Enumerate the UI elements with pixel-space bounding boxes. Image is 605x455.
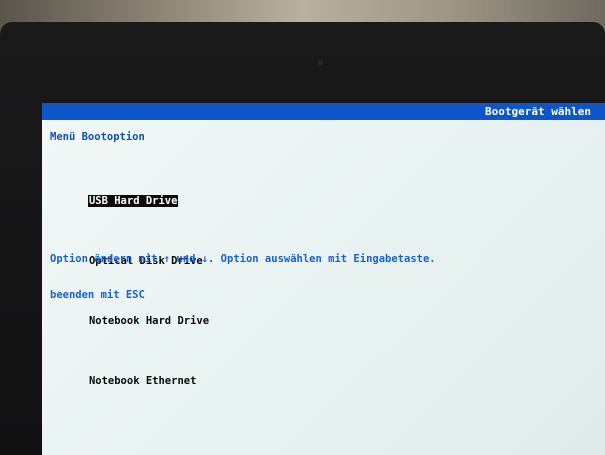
page-title: Bootgerät wählen [485, 105, 591, 118]
help-text: Option ändern mit ↑ und ↓. Option auswäh… [50, 229, 436, 325]
help-line-navigation: Option ändern mit ↑ und ↓. Option auswäh… [50, 253, 436, 265]
title-bar: Bootgerät wählen [42, 103, 605, 120]
boot-option-notebook-ethernet[interactable]: Notebook Ethernet [50, 363, 210, 399]
boot-option-label[interactable]: Notebook Ethernet [88, 375, 197, 387]
help-line-escape: beenden mit ESC [50, 289, 145, 301]
boot-option-usb-hard-drive[interactable]: USB Hard Drive [50, 183, 210, 219]
menu-title: Menü Bootoption [50, 131, 145, 143]
bios-screen: Bootgerät wählen Menü Bootoption USB Har… [42, 103, 605, 455]
webcam-icon [318, 60, 323, 65]
boot-option-label[interactable]: USB Hard Drive [87, 195, 179, 207]
